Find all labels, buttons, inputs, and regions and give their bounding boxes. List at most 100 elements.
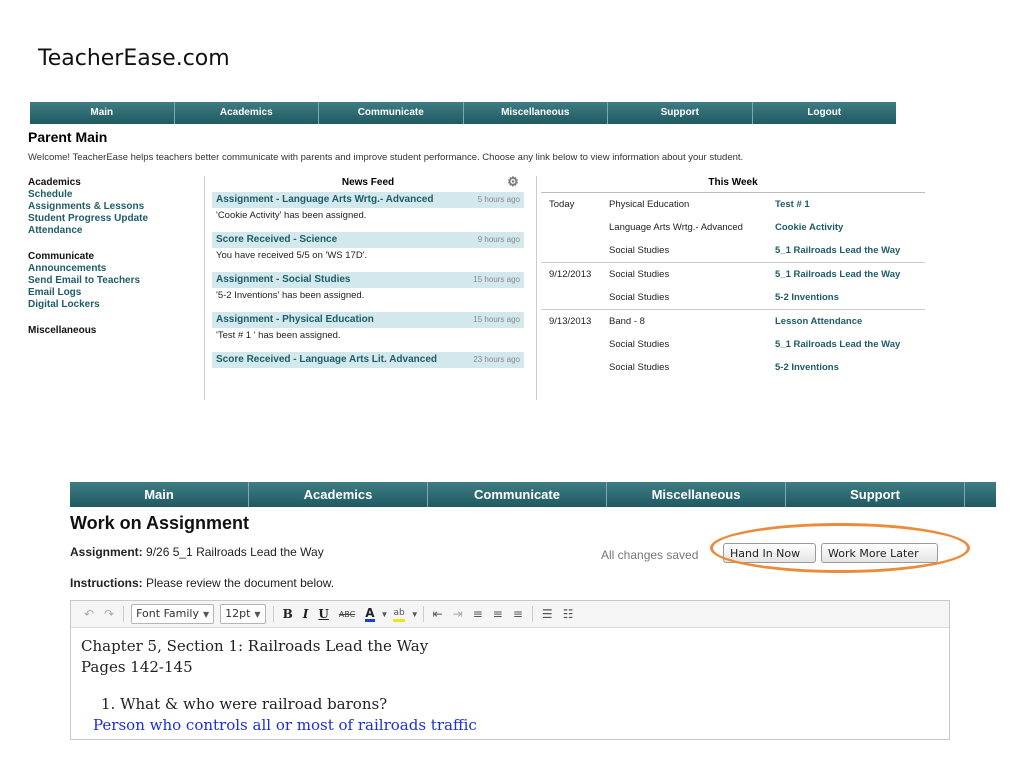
feed-item-age: 5 hours ago	[477, 195, 520, 204]
feed-item-bar: Assignment - Social Studies 15 hours ago	[212, 272, 524, 288]
feed-item-bar: Score Received - Language Arts Lit. Adva…	[212, 352, 524, 368]
week-assignment-link[interactable]: 5-2 Inventions	[775, 356, 839, 379]
doc-answer: Person who controls all or most of railr…	[93, 716, 477, 734]
hand-in-now-button[interactable]: Hand In Now	[723, 543, 816, 563]
redo-icon[interactable]: ↷	[104, 607, 114, 621]
week-assignment-link[interactable]: Cookie Activity	[775, 216, 843, 239]
week-row: 9/12/2013 Social Studies 5_1 Railroads L…	[541, 262, 925, 286]
link-attendance[interactable]: Attendance	[28, 225, 198, 237]
doc-line: Chapter 5, Section 1: Railroads Lead the…	[81, 637, 429, 655]
font-color-icon[interactable]: A	[365, 607, 375, 622]
instructions-label: Instructions:	[70, 576, 143, 590]
feed-item-title[interactable]: Assignment - Social Studies	[216, 274, 350, 285]
strikethrough-icon[interactable]: ABC	[339, 610, 355, 619]
nav-miscellaneous[interactable]: Miscellaneous	[464, 102, 608, 124]
assignment-label: Assignment:	[70, 545, 143, 559]
nav-support[interactable]: Support	[608, 102, 753, 124]
feed-item-title[interactable]: Score Received - Science	[216, 234, 337, 245]
week-course: Social Studies	[609, 269, 670, 280]
communicate-heading: Communicate	[28, 251, 95, 262]
feed-item: Assignment - Language Arts Wrtg.- Advanc…	[212, 192, 524, 224]
link-student-progress-update[interactable]: Student Progress Update	[28, 213, 198, 225]
feed-item: Assignment - Social Studies 15 hours ago…	[212, 272, 524, 304]
week-assignment-link[interactable]: 5_1 Railroads Lead the Way	[775, 239, 900, 262]
nav-main[interactable]: Main	[70, 482, 249, 507]
link-email-logs[interactable]: Email Logs	[28, 287, 198, 299]
week-course: Social Studies	[609, 362, 670, 373]
link-digital-lockers[interactable]: Digital Lockers	[28, 299, 198, 311]
nav-logout[interactable]: Logout	[753, 102, 897, 124]
feed-item-age: 15 hours ago	[473, 315, 520, 324]
work-more-later-button[interactable]: Work More Later	[821, 543, 938, 563]
page-title: Parent Main	[28, 129, 108, 145]
document-body[interactable]: Chapter 5, Section 1: Railroads Lead the…	[71, 628, 949, 740]
week-assignment-link[interactable]: 5_1 Railroads Lead the Way	[775, 333, 900, 356]
nav-communicate[interactable]: Communicate	[428, 482, 607, 507]
feed-item-desc: You have received 5/5 on 'WS 17D'.	[216, 250, 368, 261]
bullet-list-icon[interactable]: ☰	[542, 607, 553, 621]
week-row: Social Studies 5_1 Railroads Lead the Wa…	[541, 333, 925, 356]
font-family-select[interactable]: Font Family ▼	[131, 604, 215, 624]
news-feed-header: News Feed ⚙	[212, 175, 524, 192]
week-assignment-link[interactable]: Test # 1	[775, 193, 810, 216]
doc-line: Pages 142-145	[81, 658, 193, 676]
underline-icon[interactable]: U	[318, 607, 328, 621]
align-left-icon[interactable]: ≡	[473, 607, 483, 621]
this-week-panel: This Week Today Physical Education Test …	[541, 176, 925, 379]
feed-item-title[interactable]: Assignment - Physical Education	[216, 314, 374, 325]
nav-communicate[interactable]: Communicate	[319, 102, 464, 124]
feed-item-desc: 'Test # 1 ' has been assigned.	[216, 330, 341, 341]
welcome-text: Welcome! TeacherEase helps teachers bett…	[28, 152, 744, 163]
assignment-line: Assignment: 9/26 5_1 Railroads Lead the …	[70, 545, 324, 559]
week-row: Social Studies 5-2 Inventions	[541, 286, 925, 309]
week-assignment-link[interactable]: Lesson Attendance	[775, 310, 862, 333]
font-size-select[interactable]: 12pt ▼	[220, 604, 266, 624]
feed-item-bar: Score Received - Science 9 hours ago	[212, 232, 524, 248]
nav-academics[interactable]: Academics	[175, 102, 319, 124]
numbered-list-icon[interactable]: ☷	[563, 607, 574, 621]
slide-title: TeacherEase.com	[38, 46, 230, 71]
week-date: 9/13/2013	[549, 316, 592, 327]
chevron-down-icon[interactable]: ▼	[411, 610, 419, 619]
week-course: Physical Education	[609, 199, 690, 210]
chevron-down-icon: ▼	[202, 610, 210, 619]
editor-toolbar: ↶ ↷ Font Family ▼ 12pt ▼ B I U ABC A ▼ ab ▼ …	[71, 601, 949, 628]
feed-item-desc: 'Cookie Activity' has been assigned.	[216, 210, 367, 221]
highlight-color-icon[interactable]: ab	[393, 607, 405, 622]
nav-main[interactable]: Main	[30, 102, 175, 124]
instructions-value: Please review the document below.	[142, 576, 335, 590]
align-center-icon[interactable]: ≡	[493, 607, 503, 621]
bold-icon[interactable]: B	[283, 607, 293, 621]
link-schedule[interactable]: Schedule	[28, 189, 198, 201]
nav-academics[interactable]: Academics	[249, 482, 428, 507]
nav-miscellaneous[interactable]: Miscellaneous	[607, 482, 786, 507]
document-editor[interactable]: ↶ ↷ Font Family ▼ 12pt ▼ B I U ABC A ▼ ab ▼ …	[70, 600, 950, 740]
feed-item-title[interactable]: Score Received - Language Arts Lit. Adva…	[216, 354, 437, 365]
column-divider	[536, 176, 537, 400]
work-on-assignment-screenshot: Main Academics Communicate Miscellaneous…	[70, 482, 996, 740]
top-nav-bar: Main Academics Communicate Miscellaneous…	[30, 102, 896, 124]
nav-support[interactable]: Support	[786, 482, 965, 507]
font-family-value: Font Family	[136, 607, 199, 620]
feed-item-age: 15 hours ago	[473, 275, 520, 284]
feed-item: Score Received - Language Arts Lit. Adva…	[212, 352, 524, 368]
week-assignment-link[interactable]: 5_1 Railroads Lead the Way	[775, 263, 900, 286]
link-announcements[interactable]: Announcements	[28, 263, 198, 275]
chevron-down-icon: ▼	[254, 610, 261, 619]
chevron-down-icon[interactable]: ▼	[381, 610, 389, 619]
this-week-title: This Week	[541, 176, 925, 193]
align-right-icon[interactable]: ≡	[513, 607, 523, 621]
link-assignments-lessons[interactable]: Assignments & Lessons	[28, 201, 198, 213]
week-course: Language Arts Wrtg.- Advanced	[609, 222, 743, 233]
feed-item-title[interactable]: Assignment - Language Arts Wrtg.- Advanc…	[216, 194, 433, 205]
italic-icon[interactable]: I	[303, 607, 309, 621]
undo-icon[interactable]: ↶	[84, 607, 94, 621]
news-feed-title: News Feed	[341, 177, 395, 188]
week-assignment-link[interactable]: 5-2 Inventions	[775, 286, 839, 309]
outdent-icon[interactable]: ⇤	[433, 607, 443, 621]
indent-icon[interactable]: ⇥	[453, 607, 463, 621]
link-send-email-teachers[interactable]: Send Email to Teachers	[28, 275, 198, 287]
week-date: 9/12/2013	[549, 269, 592, 280]
week-date: Today	[549, 199, 575, 210]
gear-icon[interactable]: ⚙	[506, 175, 520, 189]
